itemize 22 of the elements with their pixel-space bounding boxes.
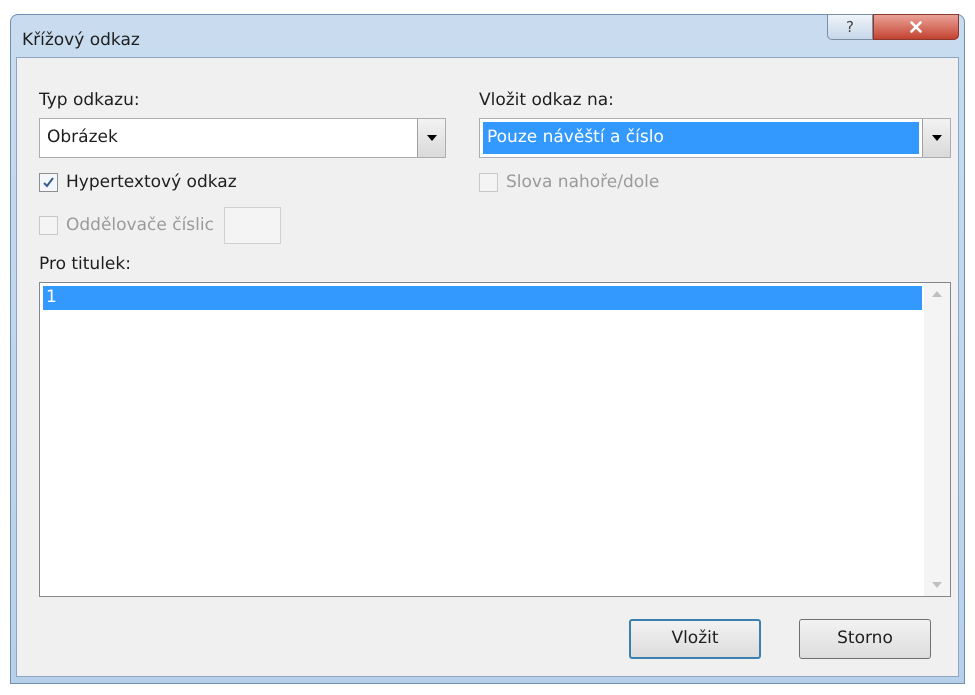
dialog-button[interactable]: Storno	[799, 618, 931, 658]
list-label: Pro titulek:	[39, 253, 132, 276]
dropdown-value: Pouze návěští a číslo	[483, 122, 919, 154]
checkbox-label: Oddělovače číslic	[66, 214, 214, 237]
checkbox-label: Slova nahoře/dole	[506, 170, 660, 194]
dropdown-value: Obrázek	[46, 126, 119, 149]
field-label: Typ odkazu:	[39, 89, 141, 112]
scroll-down-arrow-icon	[932, 582, 942, 588]
dropdown[interactable]: Obrázek	[39, 118, 446, 158]
checkbox[interactable]: Hypertextový odkaz	[39, 170, 446, 195]
checkbox-box[interactable]	[39, 172, 58, 192]
dialog-button[interactable]: Vložit	[629, 618, 761, 658]
input-field[interactable]	[224, 207, 281, 244]
scrollbar[interactable]	[924, 282, 950, 596]
scroll-up-arrow-icon	[932, 290, 942, 296]
close-button[interactable]	[873, 14, 959, 40]
checkmark-icon	[43, 176, 54, 188]
help-button[interactable]: ?	[827, 14, 873, 40]
window-title: Křížový odkaz	[22, 29, 140, 52]
field-label: Vložit odkaz na:	[479, 89, 615, 112]
checkbox-label: Hypertextový odkaz	[66, 170, 237, 194]
close-icon	[907, 18, 925, 36]
